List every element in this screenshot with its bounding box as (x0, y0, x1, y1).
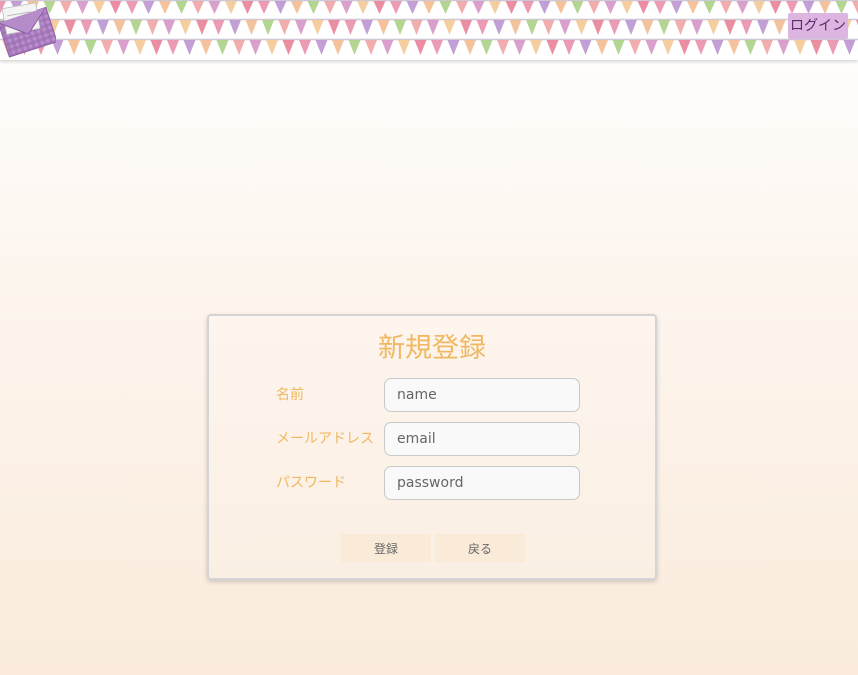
back-button[interactable]: 戻る (435, 534, 525, 562)
name-input[interactable] (384, 378, 580, 412)
name-row: 名前 (276, 378, 596, 412)
registration-card: 新規登録 名前 メールアドレス パスワード 登録 戻る (207, 314, 657, 580)
email-row: メールアドレス (276, 422, 596, 456)
header: ログイン (0, 0, 858, 60)
password-label: パスワード (276, 475, 346, 491)
envelope-letter-icon[interactable] (0, 0, 56, 58)
register-button[interactable]: 登録 (341, 534, 431, 562)
email-label: メールアドレス (276, 431, 374, 447)
name-label: 名前 (276, 387, 304, 403)
bunting-decoration (0, 0, 858, 55)
page-title: 新規登録 (378, 333, 486, 364)
password-input[interactable] (384, 466, 580, 500)
login-button[interactable]: ログイン (788, 13, 848, 39)
password-row: パスワード (276, 466, 596, 500)
email-input[interactable] (384, 422, 580, 456)
